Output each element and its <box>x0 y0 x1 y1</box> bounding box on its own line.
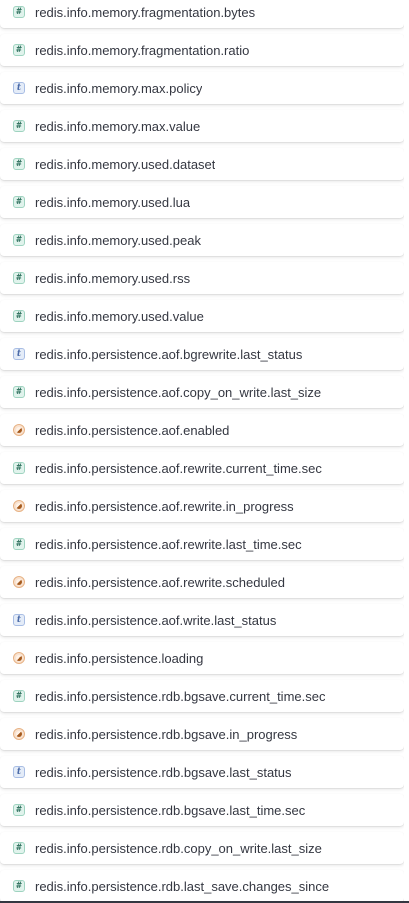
field-name: redis.info.memory.used.rss <box>35 270 191 286</box>
field-list-item[interactable]: t redis.info.memory.max.policy <box>0 72 404 104</box>
field-name: redis.info.persistence.rdb.bgsave.last_s… <box>35 764 292 780</box>
field-name: redis.info.persistence.rdb.last_save.cha… <box>35 878 330 894</box>
string-icon: t <box>13 766 25 778</box>
field-name: redis.info.memory.max.policy <box>35 80 203 96</box>
string-icon: t <box>13 82 25 94</box>
field-name: redis.info.persistence.rdb.bgsave.last_t… <box>35 802 306 818</box>
number-icon: # <box>13 272 25 284</box>
number-icon: # <box>13 804 25 816</box>
number-icon: # <box>13 120 25 132</box>
field-list-item[interactable]: # redis.info.persistence.rdb.last_save.ch… <box>0 870 404 902</box>
field-name: redis.info.persistence.aof.bgrewrite.las… <box>35 346 303 362</box>
number-icon: # <box>13 6 25 18</box>
field-name: redis.info.persistence.loading <box>35 650 204 666</box>
number-icon: # <box>13 690 25 702</box>
field-list-item[interactable]: redis.info.persistence.rdb.bgsave.in_pro… <box>0 718 404 750</box>
field-list-item[interactable]: redis.info.persistence.aof.enabled <box>0 414 404 446</box>
field-name: redis.info.memory.used.dataset <box>35 156 216 172</box>
field-list-item[interactable]: # redis.info.memory.used.dataset <box>0 148 404 180</box>
field-list-item[interactable]: redis.info.persistence.aof.rewrite.in_pr… <box>0 490 404 522</box>
string-icon: t <box>13 348 25 360</box>
field-list: # redis.info.memory.fragmentation.bytes # r… <box>0 0 404 903</box>
field-list-item[interactable]: # redis.info.memory.fragmentation.ratio <box>0 34 404 66</box>
field-name: redis.info.memory.used.value <box>35 308 204 324</box>
field-list-item[interactable]: # redis.info.persistence.aof.rewrite.curr… <box>0 452 404 484</box>
field-list-item[interactable]: # redis.info.persistence.rdb.bgsave.last_… <box>0 794 404 826</box>
field-name: redis.info.persistence.aof.rewrite.sched… <box>35 574 286 590</box>
field-name: redis.info.persistence.aof.rewrite.in_pr… <box>35 498 294 514</box>
number-icon: # <box>13 462 25 474</box>
boolean-token-mark <box>16 655 22 661</box>
field-list-item[interactable]: redis.info.persistence.aof.rewrite.sched… <box>0 566 404 598</box>
field-name: redis.info.persistence.aof.rewrite.last_… <box>35 536 302 552</box>
field-list-item[interactable]: # redis.info.persistence.rdb.bgsave.curre… <box>0 680 404 712</box>
field-list-item[interactable]: t redis.info.persistence.rdb.bgsave.last_… <box>0 756 404 788</box>
boolean-icon <box>13 728 25 740</box>
number-icon: # <box>13 386 25 398</box>
field-name: redis.info.persistence.aof.rewrite.curre… <box>35 460 322 476</box>
boolean-icon <box>13 576 25 588</box>
field-list-item[interactable]: # redis.info.persistence.rdb.copy_on_writ… <box>0 832 404 864</box>
field-list-item[interactable]: # redis.info.memory.used.peak <box>0 224 404 256</box>
boolean-token-mark <box>16 427 22 433</box>
field-name: redis.info.persistence.rdb.copy_on_write… <box>35 840 322 856</box>
number-icon: # <box>13 538 25 550</box>
field-list-item[interactable]: # redis.info.memory.used.lua <box>0 186 404 218</box>
field-name: redis.info.persistence.aof.write.last_st… <box>35 612 277 628</box>
boolean-icon <box>13 424 25 436</box>
boolean-token-mark <box>16 731 22 737</box>
number-icon: # <box>13 842 25 854</box>
field-list-item[interactable]: # redis.info.memory.used.value <box>0 300 404 332</box>
boolean-icon <box>13 652 25 664</box>
field-list-item[interactable]: # redis.info.memory.max.value <box>0 110 404 142</box>
number-icon: # <box>13 44 25 56</box>
field-list-item[interactable]: t redis.info.persistence.aof.bgrewrite.la… <box>0 338 404 370</box>
field-list-item[interactable]: # redis.info.persistence.aof.rewrite.last… <box>0 528 404 560</box>
field-list-panel: # redis.info.memory.fragmentation.bytes # r… <box>0 0 409 903</box>
number-icon: # <box>13 234 25 246</box>
number-icon: # <box>13 880 25 892</box>
scrollbar-track[interactable] <box>404 0 409 903</box>
string-icon: t <box>13 614 25 626</box>
number-icon: # <box>13 196 25 208</box>
field-name: redis.info.memory.max.value <box>35 118 201 134</box>
field-name: redis.info.memory.used.lua <box>35 194 191 210</box>
number-icon: # <box>13 158 25 170</box>
boolean-token-mark <box>16 579 22 585</box>
field-list-item[interactable]: # redis.info.memory.fragmentation.bytes <box>0 0 404 28</box>
field-name: redis.info.persistence.aof.copy_on_write… <box>35 384 322 400</box>
field-name: redis.info.persistence.rdb.bgsave.in_pro… <box>35 726 298 742</box>
field-name: redis.info.memory.fragmentation.ratio <box>35 42 250 58</box>
number-icon: # <box>13 310 25 322</box>
boolean-icon <box>13 500 25 512</box>
field-name: redis.info.memory.fragmentation.bytes <box>35 4 256 20</box>
boolean-token-mark <box>16 503 22 509</box>
field-name: redis.info.memory.used.peak <box>35 232 201 248</box>
field-list-item[interactable]: # redis.info.memory.used.rss <box>0 262 404 294</box>
field-list-item[interactable]: t redis.info.persistence.aof.write.last_s… <box>0 604 404 636</box>
field-name: redis.info.persistence.aof.enabled <box>35 422 230 438</box>
field-list-item[interactable]: # redis.info.persistence.aof.copy_on_writ… <box>0 376 404 408</box>
field-list-item[interactable]: redis.info.persistence.loading <box>0 642 404 674</box>
field-name: redis.info.persistence.rdb.bgsave.curren… <box>35 688 326 704</box>
